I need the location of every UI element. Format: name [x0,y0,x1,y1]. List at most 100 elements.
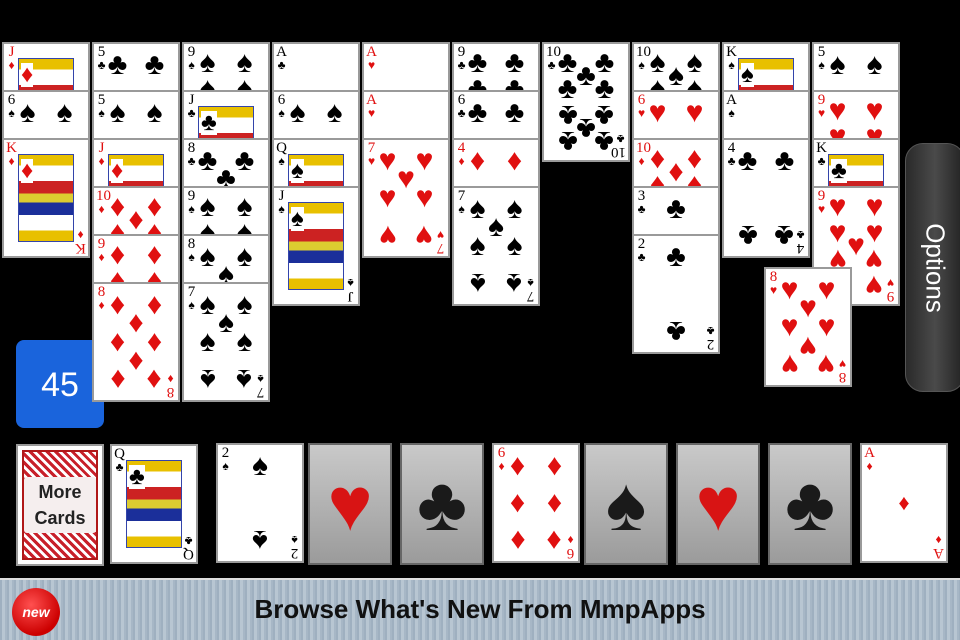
diamond-icon: ♦ [21,61,34,88]
card-index-top: J ♠ [276,189,287,216]
card-6-of-diamonds[interactable]: 6 ♦ 6 ♦ ♦ ♦ ♦ ♦ ♦ ♦ [492,443,580,563]
club-pip-icon: ♣ [107,47,128,81]
diamond-pip-icon: ♦ [546,448,563,482]
heart-pip-icon: ♥ [817,348,836,382]
diamond-pip-icon: ♦ [509,448,526,482]
heart-pip-icon: ♥ [780,348,799,382]
club-pip-icon: ♣ [557,125,578,159]
card-index-bottom: K ♦ [75,228,86,256]
spade-icon: ♠ [741,61,754,88]
card-index-top: 2 ♣ [636,237,647,264]
heart-pip-icon: ♥ [415,219,434,253]
card-index-top: J ♣ [186,93,197,120]
club-pip-icon: ♣ [774,219,795,253]
card-rank: K [75,240,86,256]
spade-icon: ♠ [347,276,354,290]
diamond-pip-icon: ♦ [509,524,526,558]
diamond-pip-icon: ♦ [509,486,526,519]
card-k-of-diamonds[interactable]: K ♦ K ♦ ♦ [2,138,90,258]
heart-icon: ♥ [367,106,376,120]
diamond-pip-icon: ♦ [109,363,126,397]
card-7-of-spades[interactable]: 7 ♠ 7 ♠ ♠ ♠ ♠ ♠ ♠ ♠ ♠ [452,186,540,306]
spade-icon: ♠ [278,202,285,216]
diamond-icon: ♦ [98,154,105,168]
diamond-pip-icon: ♦ [546,486,563,519]
heart-icon: ♥ [367,58,376,72]
card-q-of-clubs[interactable]: Q ♣ Q ♣ ♣ [110,444,198,564]
diamond-icon: ♦ [21,157,34,184]
club-icon: ♣ [129,463,145,490]
card-index-top: J ♦ [96,141,107,168]
card-index-top: A ♦ [864,446,875,473]
foundation-slot-hearts[interactable]: ♥ [676,443,760,565]
face-card-portrait: ♣ [126,460,182,548]
spade-pip-icon: ♠ [829,47,846,81]
card-index-top: A ♥ [366,45,377,72]
spade-pip-icon: ♠ [19,95,36,129]
card-2-of-spades[interactable]: 2 ♠ 2 ♠ ♠ ♠ [216,443,304,563]
spade-pip-icon: ♠ [506,267,523,301]
spade-pip-icon: ♠ [326,95,343,129]
spade-pip-icon: ♠ [236,363,253,397]
more-cards-deck[interactable]: More Cards [16,444,104,566]
spade-icon: ♠ [605,462,647,547]
card-4-of-clubs[interactable]: 4 ♣ 4 ♣ ♣ ♣ ♣ ♣ [722,138,810,258]
card-index-bottom: J ♠ [345,276,356,304]
heart-pip-icon: ♥ [685,95,704,129]
heart-pip-icon: ♥ [648,95,667,129]
foundation-slot-spades[interactable]: ♠ [584,443,668,565]
card-index-bottom: A ♦ [933,533,944,561]
foundation-slot-clubs[interactable]: ♣ [400,443,484,565]
card-2-of-clubs[interactable]: 2 ♣ 2 ♣ ♣ ♣ [632,234,720,354]
club-pip-icon: ♣ [666,315,686,349]
foundation-slot-hearts[interactable]: ♥ [308,443,392,565]
club-pip-icon: ♣ [666,239,686,273]
foundation-slot-clubs[interactable]: ♣ [768,443,852,565]
face-card-portrait: ♦ [18,154,74,242]
club-pip-icon: ♣ [737,143,758,177]
spade-pip-icon: ♠ [866,47,883,81]
club-icon: ♣ [277,58,286,72]
card-10-of-clubs[interactable]: 10 ♣ 10 ♣ ♣ ♣ ♣ ♣ ♣ ♣ ♣ ♣ ♣ ♣ [542,42,630,162]
card-index-top: Q ♣ [114,447,125,474]
spade-pip-icon: ♠ [199,363,216,397]
card-rank: 2 [706,336,715,352]
card-index-top: K ♦ [6,141,17,168]
club-icon: ♣ [831,157,847,184]
heart-icon: ♥ [327,462,373,547]
whats-new-banner[interactable]: new Browse What's New From MmpApps [0,578,960,640]
heart-pip-icon: ♥ [378,219,397,253]
card-rank: A [933,545,944,561]
diamond-icon: ♦ [8,58,15,72]
diamond-pip-icon: ♦ [546,524,563,558]
diamond-icon: ♦ [111,157,124,184]
spade-icon: ♠ [728,58,735,72]
heart-icon: ♥ [695,462,741,547]
diamond-pip-icon: ♦ [146,363,163,397]
card-7-of-hearts[interactable]: 7 ♥ 7 ♥ ♥ ♥ ♥ ♥ ♥ ♥ ♥ [362,138,450,258]
card-index-bottom: 2 ♠ [289,533,300,561]
diamond-pip-icon: ♦ [469,143,486,177]
card-j-of-spades[interactable]: J ♠ J ♠ ♠ [272,186,360,306]
spade-pip-icon: ♠ [146,95,163,129]
diamond-icon: ♦ [8,154,15,168]
club-icon: ♣ [817,154,826,168]
options-button[interactable]: Options [905,143,960,392]
card-8-of-diamonds[interactable]: 8 ♦ 8 ♦ ♦ ♦ ♦ ♦ ♦ ♦ ♦ ♦ [92,282,180,402]
club-icon: ♣ [637,250,646,264]
club-icon: ♣ [187,106,196,120]
card-index-top: J ♦ [6,45,17,72]
diamond-pip-icon: ♦ [506,143,523,177]
club-icon: ♣ [637,202,646,216]
card-8-of-hearts[interactable]: 8 ♥ 8 ♥ ♥ ♥ ♥ ♥ ♥ ♥ ♥ ♥ [764,267,852,387]
spade-icon: ♠ [291,205,304,232]
spade-icon: ♠ [222,459,229,473]
club-icon: ♣ [115,460,124,474]
card-back-pattern: More Cards [22,450,98,560]
card-7-of-spades[interactable]: 7 ♠ 7 ♠ ♠ ♠ ♠ ♠ ♠ ♠ ♠ [182,282,270,402]
card-a-of-diamonds[interactable]: A ♦ A ♦ ♦ [860,443,948,563]
spade-pip-icon: ♠ [252,524,268,558]
card-index-bottom: 2 ♣ [705,324,716,352]
card-rank: 2 [290,545,299,561]
spade-pip-icon: ♠ [252,448,268,482]
